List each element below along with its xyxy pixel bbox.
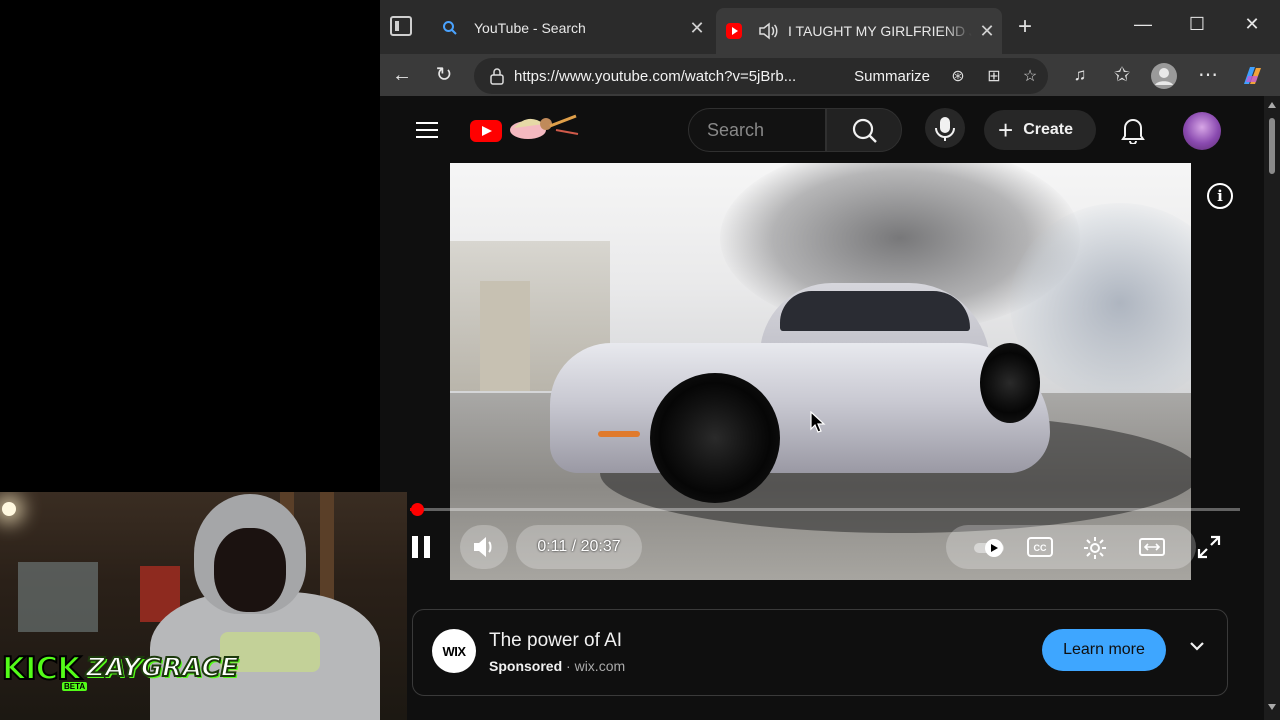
ad-domain: wix.com — [574, 658, 626, 674]
summarize-button[interactable]: Summarize — [854, 68, 930, 85]
menu-icon[interactable] — [416, 122, 438, 138]
maximize-icon[interactable]: ☐ — [1182, 14, 1212, 35]
site-info-icon[interactable] — [480, 67, 514, 85]
scrollbar-thumb[interactable] — [1269, 118, 1275, 174]
theater-mode-icon[interactable] — [1138, 535, 1165, 559]
tab-title: YouTube - Search — [474, 20, 586, 36]
mouse-cursor-icon — [810, 411, 826, 433]
ad-title[interactable]: The power of AI — [489, 630, 622, 652]
progress-bar[interactable] — [410, 503, 1240, 516]
close-window-icon[interactable]: ✕ — [1237, 14, 1267, 35]
video-scene-car-window — [780, 291, 970, 331]
search-button[interactable] — [826, 108, 902, 152]
sponsored-ad-card[interactable]: WIX The power of AI Sponsored · wix.com … — [412, 609, 1228, 696]
browser-window: YouTube - Search ✕ I TAUGHT MY GIRLFRIEN… — [380, 0, 1280, 720]
back-icon[interactable]: ← — [388, 62, 416, 90]
ai-icon[interactable]: ⊛ — [940, 66, 976, 86]
youtube-logo[interactable] — [470, 120, 502, 142]
screen: YouTube - Search ✕ I TAUGHT MY GIRLFRIEN… — [0, 0, 1280, 720]
sponsored-label: Sponsored — [489, 658, 563, 674]
notifications-icon[interactable] — [1120, 116, 1146, 144]
info-icon[interactable]: i — [1207, 183, 1233, 209]
minimize-icon[interactable]: — — [1128, 14, 1158, 35]
address-url: https://www.youtube.com/watch?v=5jBrb... — [514, 67, 797, 85]
favorite-star-icon[interactable]: ☆ — [1012, 66, 1048, 86]
search-input[interactable]: Search — [688, 108, 826, 152]
fullscreen-icon[interactable] — [1196, 534, 1222, 560]
music-icon[interactable]: ♫ — [1066, 62, 1094, 90]
webcam-light — [2, 502, 16, 516]
scrubber-handle[interactable] — [411, 503, 424, 516]
captions-icon[interactable]: CC — [1026, 535, 1053, 559]
profile-icon[interactable] — [1150, 62, 1178, 90]
streamer-figure — [150, 492, 380, 720]
beta-badge: BETA — [62, 682, 88, 691]
scroll-down-icon[interactable] — [1268, 704, 1276, 710]
ad-separator: · — [566, 658, 571, 674]
advertiser-logo[interactable]: WIX — [432, 629, 476, 673]
ad-meta: Sponsored · wix.com — [489, 658, 625, 674]
mute-button[interactable] — [460, 525, 508, 569]
svg-text:CC: CC — [1034, 543, 1047, 553]
scroll-up-icon[interactable] — [1268, 102, 1276, 108]
chevron-down-icon[interactable] — [1187, 636, 1207, 656]
account-avatar[interactable] — [1183, 112, 1221, 150]
page-scrollbar[interactable] — [1264, 96, 1280, 720]
tab-title: I TAUGHT MY GIRLFRIEND JA — [788, 23, 972, 39]
speaker-icon[interactable] — [758, 22, 778, 40]
browser-toolbar: ← ↻ https://www.youtube.com/watch?v=5jBr… — [380, 54, 1280, 96]
youtube-doodle[interactable] — [506, 110, 582, 144]
video-player[interactable] — [450, 163, 1191, 580]
new-tab-button[interactable]: + — [1010, 14, 1040, 40]
create-label: Create — [1023, 121, 1073, 138]
create-button[interactable]: + Create — [984, 110, 1096, 150]
time-display: 0:11 / 20:37 — [516, 525, 642, 569]
plus-icon: + — [998, 115, 1014, 145]
voice-search-icon[interactable] — [925, 108, 965, 148]
youtube-page: Search + Create i 0:11 / 20:37 CC WIX Th… — [380, 96, 1264, 720]
favorites-icon[interactable]: ✩ — [1108, 62, 1136, 90]
kick-logo: KICK — [1, 651, 82, 687]
youtube-icon — [726, 23, 742, 39]
autoplay-toggle[interactable] — [974, 535, 1004, 559]
refresh-icon[interactable]: ↻ — [430, 62, 458, 90]
streamer-name: ZAYGRACE — [85, 653, 239, 683]
video-scene-lamp — [598, 431, 640, 437]
video-scene-wheel — [980, 343, 1040, 423]
search-icon — [442, 20, 458, 36]
pause-button[interactable] — [412, 536, 430, 558]
tab-youtube-search[interactable]: YouTube - Search ✕ — [432, 8, 712, 48]
webcam-background-shelf — [18, 562, 98, 632]
settings-gear-icon[interactable] — [1082, 535, 1108, 559]
close-tab-icon[interactable]: ✕ — [682, 18, 712, 39]
close-tab-icon[interactable]: ✕ — [972, 21, 1002, 42]
video-scene-wheel — [650, 373, 780, 503]
learn-more-button[interactable]: Learn more — [1042, 629, 1166, 671]
extensions-grid-icon[interactable]: ⊞ — [976, 66, 1012, 86]
tab-actions-icon[interactable] — [390, 16, 412, 36]
streamer-face — [214, 528, 286, 612]
right-controls: CC — [946, 525, 1196, 569]
copilot-icon[interactable] — [1238, 62, 1266, 90]
address-bar[interactable]: https://www.youtube.com/watch?v=5jBrb...… — [474, 58, 1048, 94]
tab-bar: YouTube - Search ✕ I TAUGHT MY GIRLFRIEN… — [380, 0, 1280, 54]
tab-video[interactable]: I TAUGHT MY GIRLFRIEND JA ✕ — [716, 8, 1002, 54]
more-menu-icon[interactable]: ⋯ — [1194, 62, 1222, 90]
video-scene-car — [550, 343, 1050, 473]
